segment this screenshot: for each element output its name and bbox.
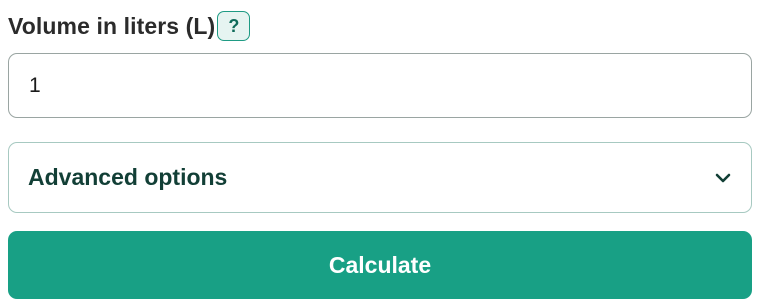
advanced-options-label: Advanced options xyxy=(28,164,228,190)
volume-label: Volume in liters (L) xyxy=(8,12,216,39)
volume-input[interactable] xyxy=(8,53,752,118)
calculate-button[interactable]: Calculate xyxy=(8,231,752,299)
advanced-options-toggle[interactable]: Advanced options xyxy=(8,142,752,213)
volume-label-row: Volume in liters (L) ? xyxy=(8,10,251,42)
chevron-down-icon xyxy=(713,168,733,188)
calculator-form: Volume in liters (L) ? Advanced options … xyxy=(0,0,760,307)
help-button[interactable]: ? xyxy=(217,11,251,41)
